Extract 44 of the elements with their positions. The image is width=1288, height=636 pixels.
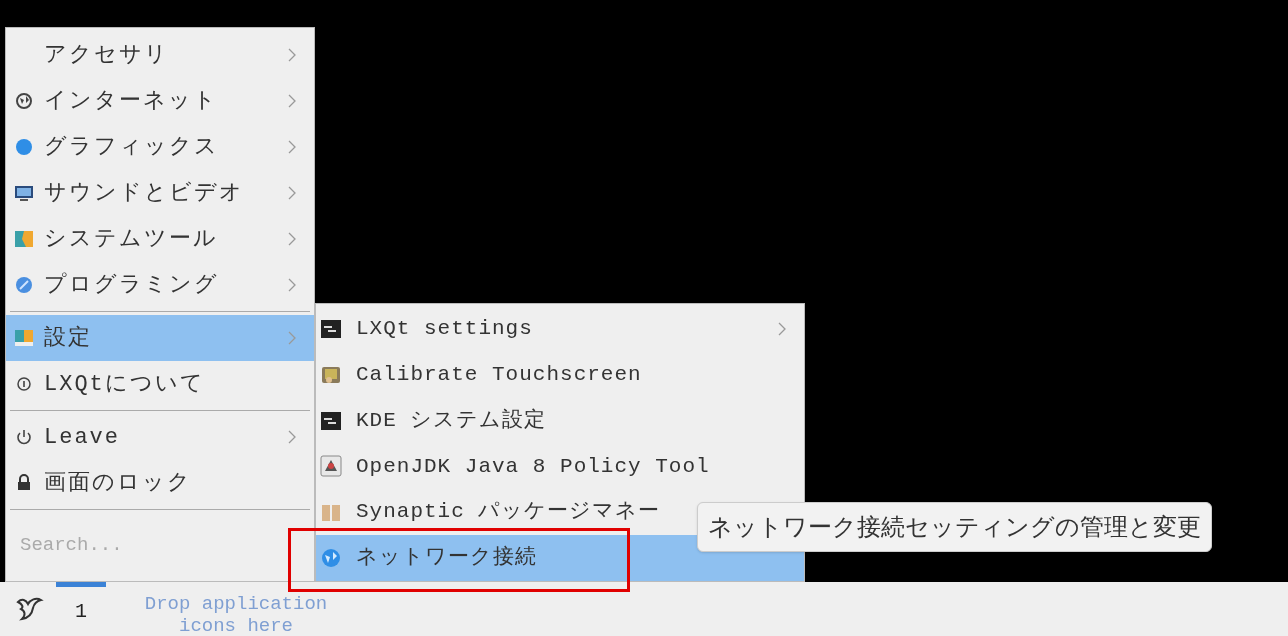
menu-item-label: システムツール — [44, 225, 218, 254]
menu-item-label: プログラミング — [44, 271, 219, 300]
power-icon — [14, 427, 34, 447]
submenu-item[interactable]: LXQt settings — [316, 306, 804, 352]
menu-item-label: 画面のロック — [44, 469, 192, 498]
submenu-item-label: Calibrate Touchscreen — [356, 362, 642, 388]
globe-icon — [320, 547, 342, 570]
monitor-icon — [14, 183, 34, 203]
menu-item[interactable]: プログラミング — [6, 262, 314, 308]
menu-item[interactable]: アクセサリ — [6, 32, 314, 78]
globe-icon — [14, 91, 34, 111]
quicklaunch-hint: Drop application icons here — [143, 593, 329, 636]
settings-panel-icon — [320, 317, 342, 340]
menu-item[interactable]: サウンドとビデオ — [6, 170, 314, 216]
menu-item-label: 設定 — [44, 324, 92, 353]
java-tool-icon — [320, 455, 342, 478]
submenu-item-label: Synaptic パッケージマネー — [356, 499, 661, 526]
menu-item-label: アクセサリ — [44, 41, 169, 70]
menu-item[interactable]: システムツール — [6, 216, 314, 262]
menu-item-label: LXQtについて — [44, 370, 205, 399]
toolbox-icon — [14, 229, 34, 249]
menu-item[interactable]: Leave — [6, 414, 314, 460]
circle-icon — [14, 275, 34, 295]
menu-item[interactable]: LXQtについて — [6, 361, 314, 407]
menu-item[interactable]: インターネット — [6, 78, 314, 124]
settings-panel-icon — [320, 409, 342, 432]
menu-item-label: グラフィックス — [44, 133, 219, 162]
settings-icon — [14, 328, 34, 348]
menu-item-label: Leave — [44, 423, 120, 452]
menu-item[interactable]: 設定 — [6, 315, 314, 361]
info-icon — [14, 374, 34, 394]
submenu-item-label: LXQt settings — [356, 316, 533, 343]
menu-item-label: インターネット — [44, 87, 218, 116]
circle-icon — [14, 137, 34, 157]
submenu-item-label: KDE システム設定 — [356, 407, 547, 434]
menu-item-label: サウンドとビデオ — [44, 179, 244, 208]
menu-item[interactable]: 画面のロック — [6, 460, 314, 506]
submenu-item[interactable]: OpenJDK Java 8 Policy Tool — [316, 443, 804, 490]
search-field[interactable]: Search... — [6, 513, 314, 577]
submenu-item-label: OpenJDK Java 8 Policy Tool — [356, 453, 710, 480]
menu-item[interactable]: グラフィックス — [6, 124, 314, 170]
submenu-item[interactable]: KDE システム設定 — [316, 397, 804, 444]
submenu-item[interactable]: Calibrate Touchscreen — [316, 351, 804, 398]
submenu-item-label: ネットワーク接続 — [356, 544, 537, 572]
